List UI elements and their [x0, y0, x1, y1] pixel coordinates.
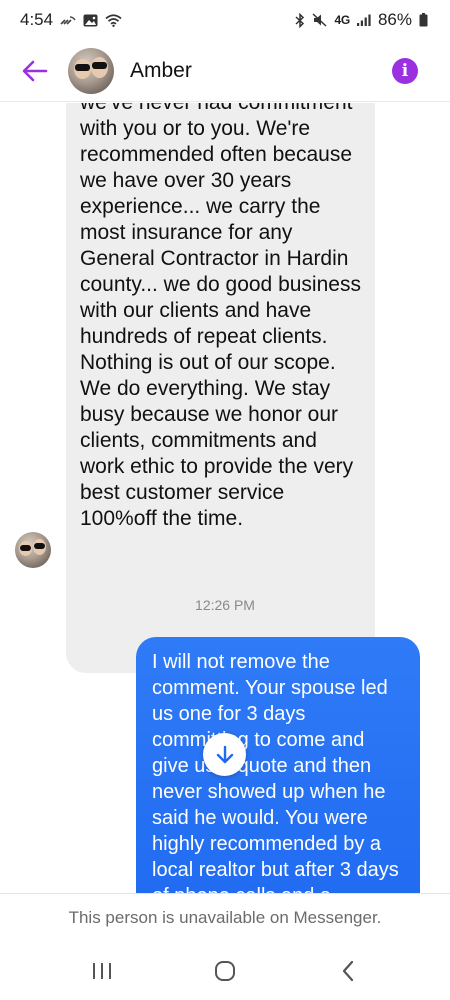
chevron-left-icon	[343, 960, 354, 982]
outgoing-message-bubble[interactable]: I will not remove the comment. Your spou…	[136, 637, 420, 893]
home-icon	[214, 961, 235, 981]
battery-icon	[419, 13, 428, 27]
unavailable-notice: This person is unavailable on Messenger.	[0, 893, 450, 941]
contact-avatar[interactable]	[68, 47, 114, 94]
info-button[interactable]: i	[392, 57, 418, 84]
recent-apps-icon	[92, 963, 111, 979]
arrow-left-icon	[22, 60, 48, 81]
wifi-icon	[105, 13, 122, 27]
back-nav-button[interactable]	[324, 947, 372, 995]
network-type: 4G	[334, 13, 351, 27]
incoming-message-bubble[interactable]: we've never had commitment with you or t…	[66, 103, 375, 673]
battery-percentage: 86%	[377, 10, 412, 29]
conversation-header: Amber i	[0, 40, 450, 102]
incoming-message-text: we've never had commitment with you or t…	[80, 103, 361, 530]
status-time: 4:54	[20, 10, 54, 29]
recent-apps-button[interactable]	[78, 947, 126, 995]
wifi-calling-icon	[60, 14, 76, 26]
info-icon: i	[401, 60, 409, 81]
back-button[interactable]	[18, 54, 52, 88]
outgoing-message-text: I will not remove the comment. Your spou…	[152, 651, 399, 893]
gallery-icon	[83, 14, 98, 27]
signal-icon	[356, 14, 371, 26]
status-right: 4G 86%	[295, 10, 428, 30]
arrow-down-icon	[216, 745, 233, 763]
sender-avatar[interactable]	[15, 532, 51, 568]
scroll-to-bottom-button[interactable]	[203, 733, 246, 776]
bluetooth-icon	[295, 12, 305, 28]
message-timestamp: 12:26 PM	[195, 597, 255, 613]
home-button[interactable]	[201, 947, 249, 995]
status-left: 4:54	[20, 10, 122, 30]
mute-icon	[312, 13, 328, 27]
contact-name[interactable]: Amber	[130, 59, 192, 83]
status-bar: 4:54 4G 86%	[0, 0, 450, 40]
system-navigation-bar	[0, 942, 450, 1000]
